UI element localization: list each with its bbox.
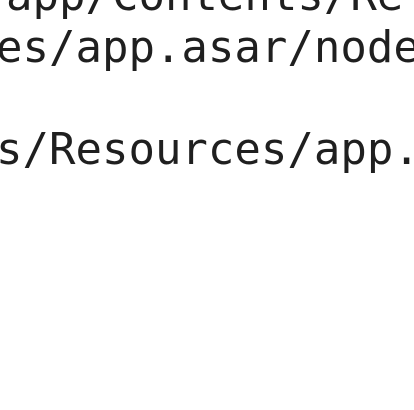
output-line-1: app/Contents/Re — [6, 0, 403, 22]
terminal-output-area: app/Contents/Re es/app.asar/node s/Resou… — [0, 0, 414, 410]
output-line-3: s/Resources/app. — [0, 124, 414, 175]
output-line-2: es/app.asar/node — [0, 22, 414, 73]
